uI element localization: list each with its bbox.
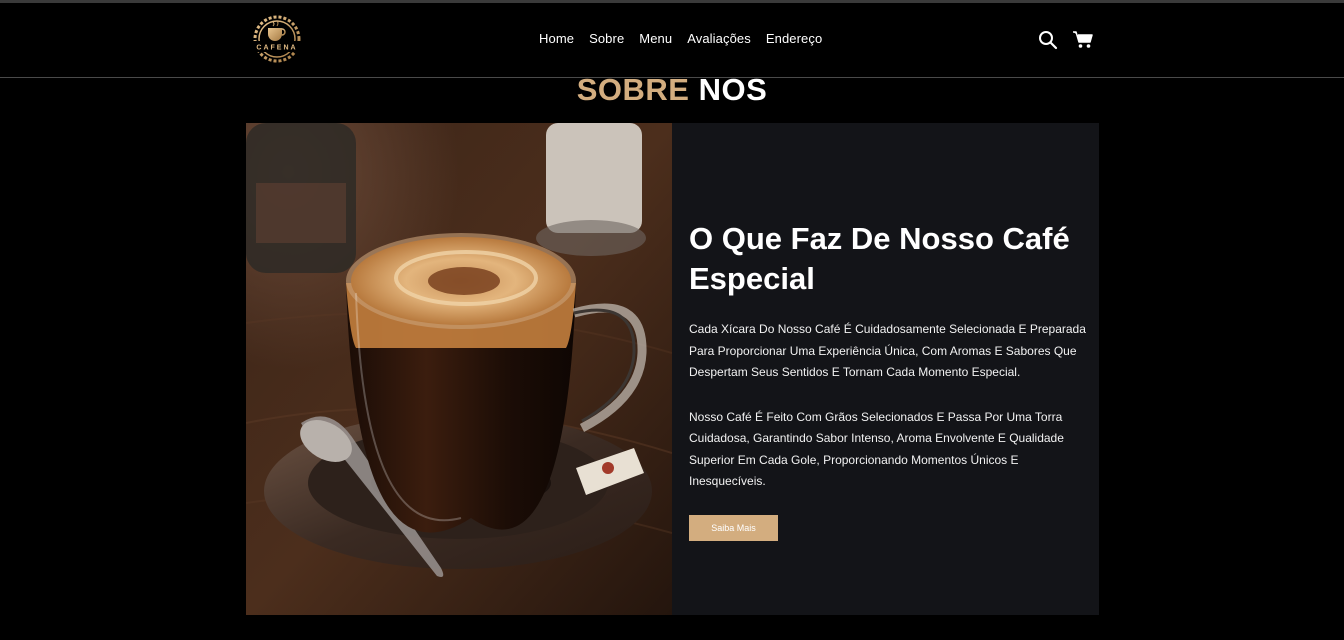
nav-avaliacoes[interactable]: Avaliações: [687, 31, 751, 46]
cafena-logo[interactable]: CAFENA: [244, 11, 310, 67]
site-header: CAFENA Home Sobre Menu Avaliações Endere…: [0, 3, 1344, 78]
search-icon[interactable]: [1038, 30, 1058, 50]
section-title: SOBRE NOS: [0, 72, 1344, 108]
nav-sobre[interactable]: Sobre: [589, 31, 624, 46]
saiba-mais-button[interactable]: Saiba Mais: [689, 514, 778, 541]
about-paragraph-2: Nosso Café É Feito Com Grãos Selecionado…: [689, 409, 1064, 489]
section-title-rest: NOS: [698, 72, 768, 107]
cart-icon[interactable]: [1072, 30, 1094, 50]
nav-endereco[interactable]: Endereço: [766, 31, 822, 46]
about-paragraph-1: Cada Xícara Do Nosso Café É Cuidadosamen…: [689, 322, 1086, 379]
main-nav: Home Sobre Menu Avaliações Endereço: [539, 31, 822, 46]
coffee-cup-image: [246, 123, 672, 615]
section-title-accent: SOBRE: [576, 72, 690, 107]
about-card: O Que Faz De Nosso Café Especial Cada Xí…: [246, 123, 1099, 615]
logo-text: CAFENA: [256, 45, 297, 52]
nav-home[interactable]: Home: [539, 31, 574, 46]
nav-menu[interactable]: Menu: [639, 31, 672, 46]
about-heading: O Que Faz De Nosso Café Especial: [689, 221, 1070, 296]
about-content: O Que Faz De Nosso Café Especial Cada Xí…: [689, 219, 1089, 541]
